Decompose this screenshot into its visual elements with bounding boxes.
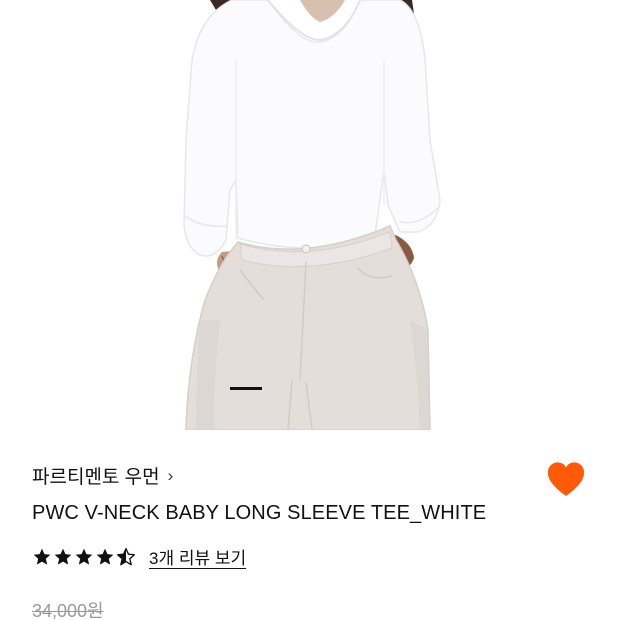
product-image-gallery[interactable] — [0, 0, 620, 430]
star-full-icon — [33, 548, 51, 565]
heart-icon — [547, 462, 585, 496]
product-detail-page: 파르티멘토 우먼 › PWC V-NECK BABY LONG SLEEVE T… — [0, 0, 620, 620]
slide-indicator — [230, 387, 262, 390]
star-full-icon — [54, 548, 72, 565]
brand-name: 파르티멘토 우먼 — [32, 467, 160, 488]
like-button[interactable] — [546, 460, 586, 500]
star-half-icon — [117, 547, 135, 565]
star-full-icon — [75, 548, 93, 565]
review-link[interactable]: 3개 리뷰 보기 — [149, 544, 246, 569]
star-full-icon — [96, 548, 114, 565]
rating-stars — [32, 547, 137, 567]
product-title: PWC V-NECK BABY LONG SLEEVE TEE_WHITE — [32, 502, 487, 524]
brand-link[interactable]: 파르티멘토 우먼 › — [32, 462, 173, 489]
rating-row: 3개 리뷰 보기 — [32, 544, 246, 569]
product-photo — [183, 0, 441, 430]
chevron-right-icon: › — [167, 465, 174, 485]
original-price: 34,000원 — [32, 601, 104, 620]
